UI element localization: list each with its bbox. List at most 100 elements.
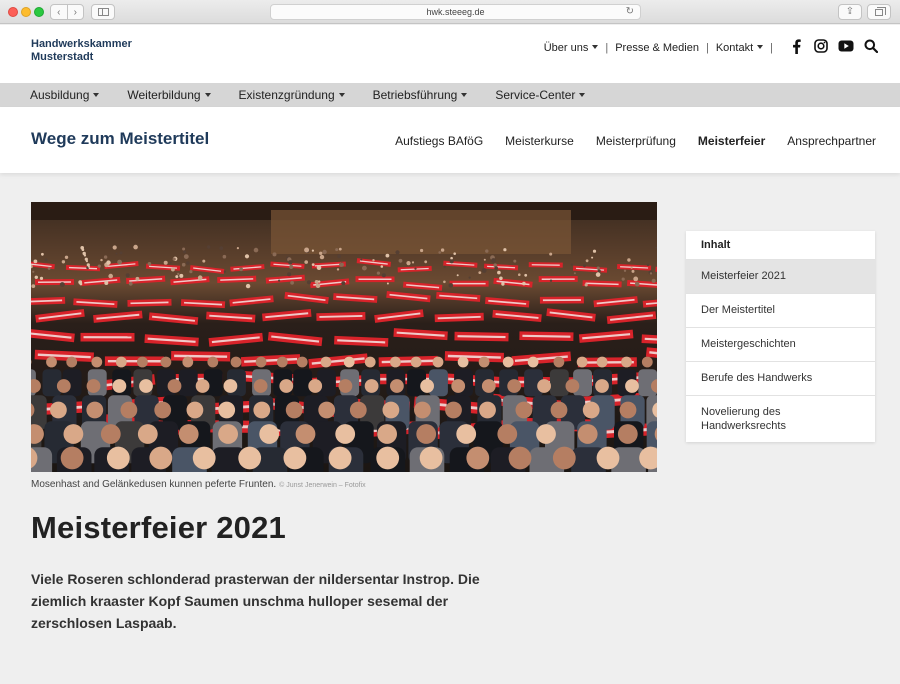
audience-figure	[104, 281, 109, 285]
red-scarf	[519, 331, 574, 341]
toc-item-meisterfeier-2021[interactable]: Meisterfeier 2021	[686, 259, 875, 293]
person-head	[390, 379, 404, 393]
person-head	[207, 356, 219, 368]
logo[interactable]: Handwerkskammer Musterstadt	[31, 38, 132, 64]
audience-figure	[304, 260, 309, 264]
person-head	[137, 424, 158, 444]
audience-figure	[219, 246, 224, 251]
audience-figure	[316, 265, 322, 270]
toc-item-berufe-des-handwerks[interactable]: Berufe des Handwerks	[686, 361, 875, 395]
person-head	[86, 379, 101, 393]
person-head	[364, 379, 379, 393]
forward-button[interactable]: ›	[68, 5, 84, 19]
toc-item-der-meistertitel[interactable]: Der Meistertitel	[686, 293, 875, 327]
audience-figure	[591, 256, 594, 259]
separator: |	[705, 42, 709, 54]
person-head	[137, 356, 148, 368]
audience-figure	[448, 283, 454, 288]
mainnav-label: Existenzgründung	[238, 88, 335, 102]
logo-line-2: Musterstadt	[31, 51, 94, 63]
toc-item-novelierung[interactable]: Novelierung des Handwerksrechts	[686, 395, 875, 442]
audience-figure	[64, 255, 69, 259]
mainnav-label: Service-Center	[495, 88, 576, 102]
audience-figure	[32, 270, 35, 273]
site-header: Handwerkskammer Musterstadt Über uns | P…	[0, 25, 900, 83]
youtube-icon[interactable]	[838, 38, 854, 54]
toc-item-meistergeschichten[interactable]: Meistergeschichten	[686, 327, 875, 361]
person-head	[478, 356, 490, 368]
audience-figure	[595, 272, 601, 277]
person-head	[335, 424, 356, 444]
mainnav-weiterbildung[interactable]: Weiterbildung	[127, 88, 211, 102]
audience-figure	[633, 276, 639, 282]
person-body	[549, 369, 569, 397]
person-head	[527, 356, 539, 368]
logo-line-1: Handwerkskammer	[31, 38, 132, 50]
facebook-icon[interactable]	[788, 38, 804, 54]
share-button[interactable]: ⇪	[838, 4, 862, 20]
search-icon[interactable]	[863, 38, 879, 54]
audience-figure	[59, 282, 65, 288]
person-head	[296, 356, 308, 368]
subnav-meisterkurse[interactable]: Meisterkurse	[505, 134, 574, 148]
person-head	[382, 401, 400, 419]
person-head	[115, 356, 127, 368]
audience-figure	[443, 265, 446, 268]
mainnav-existenzgruendung[interactable]: Existenzgründung	[239, 88, 345, 102]
audience-figure	[119, 251, 123, 255]
audience-figure	[222, 254, 227, 259]
person-head	[259, 424, 280, 444]
subnav-ansprechpartner[interactable]: Ansprechpartner	[787, 134, 876, 148]
audience-figure	[341, 281, 346, 286]
minimize-window-button[interactable]	[21, 7, 31, 17]
close-window-button[interactable]	[8, 7, 18, 17]
sidebar-toggle-button[interactable]	[91, 4, 115, 20]
topnav-ueber-uns[interactable]: Über uns	[544, 42, 599, 54]
audience-figure	[450, 256, 453, 260]
person-head	[502, 356, 514, 368]
section-title[interactable]: Wege zum Meistertitel	[31, 129, 209, 149]
person-head	[577, 424, 598, 444]
subnav-meisterpruefung[interactable]: Meisterprüfung	[596, 134, 676, 148]
person-head	[154, 401, 172, 419]
topnav-kontakt[interactable]: Kontakt	[716, 42, 764, 54]
person-head	[50, 401, 67, 419]
audience-figure	[497, 270, 501, 275]
audience-figure	[634, 281, 640, 287]
audience-figure	[585, 259, 589, 263]
audience-figure	[549, 279, 553, 282]
zoom-window-button[interactable]	[34, 7, 44, 17]
mainnav-ausbildung[interactable]: Ausbildung	[30, 88, 100, 102]
topnav-presse[interactable]: Presse & Medien	[615, 42, 699, 54]
main-navigation: Ausbildung Weiterbildung Existenzgründun…	[0, 83, 900, 107]
person-head	[308, 379, 323, 393]
reload-icon[interactable]: ↻	[626, 5, 634, 19]
audience-figure	[621, 277, 625, 281]
red-scarf	[538, 276, 578, 283]
person-head	[481, 379, 496, 393]
address-bar[interactable]: hwk.steeeg.de ↻	[270, 4, 641, 20]
red-scarf	[444, 351, 504, 363]
person-body	[178, 369, 198, 397]
person-head	[466, 446, 490, 470]
instagram-icon[interactable]	[813, 38, 829, 54]
tab-overview-button[interactable]	[867, 4, 891, 20]
person-head	[445, 401, 462, 419]
audience-figure	[627, 258, 631, 262]
audience-figure	[47, 267, 51, 270]
person-head	[349, 401, 367, 419]
subnav-meisterfeier[interactable]: Meisterfeier	[698, 134, 765, 148]
audience-figure	[61, 260, 66, 264]
audience-figure	[549, 252, 553, 256]
red-scarf	[80, 332, 135, 342]
subnav-aufstiegs-bafoeg[interactable]: Aufstiegs BAföG	[395, 134, 483, 148]
person-head	[457, 356, 469, 368]
audience-figure	[81, 248, 85, 251]
person-head	[295, 424, 316, 444]
red-scarf	[528, 262, 563, 268]
audience-figure	[202, 259, 206, 263]
back-button[interactable]: ‹	[51, 5, 68, 19]
audience-figure	[440, 248, 445, 252]
mainnav-service-center[interactable]: Service-Center	[495, 88, 586, 102]
mainnav-betriebsfuehrung[interactable]: Betriebsführung	[373, 88, 468, 102]
